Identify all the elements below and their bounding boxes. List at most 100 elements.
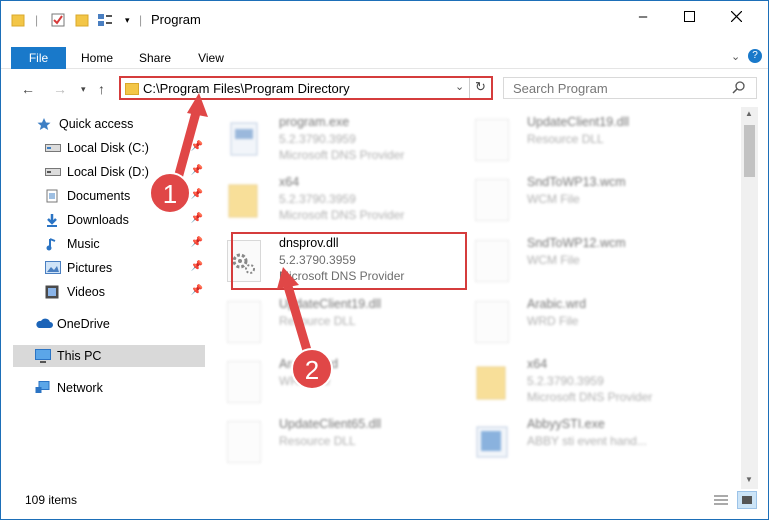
sidebar-item-music[interactable]: Music 📌: [13, 233, 205, 255]
customize-icon[interactable]: [97, 11, 115, 29]
videos-icon: [45, 285, 61, 299]
file-name: Arabic.wrd: [527, 297, 587, 311]
sidebar-item-local-disk-c[interactable]: Local Disk (C:) 📌: [13, 137, 205, 159]
file-name: UpdateClient19.dll: [279, 297, 382, 311]
address-bar[interactable]: C:\Program Files\Program Directory ⌄ ↻: [119, 76, 493, 100]
tab-view[interactable]: View: [187, 47, 235, 69]
drive-icon: [45, 141, 61, 155]
pc-icon: [35, 349, 51, 363]
exe-icon: [227, 119, 261, 161]
dll-gear-icon: [227, 421, 261, 463]
file-version: ABBY sti event hand...: [527, 434, 647, 448]
file-version: WRD File: [527, 314, 579, 328]
address-row: ← → ▾ ↑ C:\Program Files\Program Directo…: [1, 73, 768, 103]
file-item[interactable]: SndToWP13.wcm WCM File: [465, 173, 705, 229]
address-path: C:\Program Files\Program Directory: [143, 81, 350, 96]
properties-icon[interactable]: [51, 11, 65, 29]
file-item[interactable]: x64 5.2.3790.3959 Microsoft DNS Provider: [217, 173, 457, 229]
back-arrow-icon[interactable]: ←: [21, 81, 35, 97]
sidebar-item-label: Quick access: [59, 117, 134, 131]
exe-icon: [475, 421, 509, 463]
folder-icon: [125, 82, 139, 98]
separator: |: [35, 13, 39, 27]
pin-icon[interactable]: 📌: [191, 189, 203, 200]
new-folder-icon[interactable]: [75, 11, 89, 29]
file-item[interactable]: UpdateClient19.dll Resource DLL: [217, 295, 457, 351]
folder-icon: [11, 11, 25, 29]
tab-file[interactable]: File: [11, 47, 66, 69]
pin-icon[interactable]: 📌: [191, 285, 203, 296]
vertical-scrollbar[interactable]: ▲ ▼: [741, 107, 758, 489]
pin-icon[interactable]: 📌: [191, 165, 203, 176]
sidebar-item-pictures[interactable]: Pictures 📌: [13, 257, 205, 279]
file-item[interactable]: SndToWP12.wcm WCM File: [465, 234, 705, 290]
sidebar-item-label: OneDrive: [57, 317, 110, 331]
folder-icon: [475, 361, 509, 403]
file-item[interactable]: Arabic.wrd WRD File: [217, 355, 457, 411]
help-icon[interactable]: ?: [748, 49, 762, 63]
sidebar-item-label: This PC: [57, 349, 102, 363]
dll-gear-icon: [227, 301, 261, 343]
refresh-icon[interactable]: ↻: [475, 79, 486, 95]
ribbon: File Home Share View ⌄ ?: [1, 47, 768, 69]
tab-share[interactable]: Share: [131, 47, 179, 69]
sidebar-item-videos[interactable]: Videos 📌: [13, 281, 205, 303]
folder-icon: [227, 179, 261, 221]
pin-icon[interactable]: 📌: [191, 237, 203, 248]
sidebar-item-label: Videos: [67, 285, 105, 299]
sidebar-item-this-pc[interactable]: This PC: [13, 345, 205, 367]
file-item[interactable]: x64 5.2.3790.3959 Microsoft DNS Provider: [465, 355, 705, 411]
up-arrow-icon[interactable]: ↑: [98, 81, 105, 97]
file-version: 5.2.3790.3959: [279, 192, 356, 206]
scroll-thumb[interactable]: [744, 125, 755, 177]
expand-ribbon-icon[interactable]: ⌄: [731, 50, 740, 63]
tab-home[interactable]: Home: [73, 47, 121, 69]
pictures-icon: [45, 261, 61, 275]
sidebar-item-label: Downloads: [67, 213, 129, 227]
file-item[interactable]: program.exe 5.2.3790.3959 Microsoft DNS …: [217, 113, 457, 169]
pin-icon[interactable]: 📌: [191, 141, 203, 152]
address-dropdown-icon[interactable]: ⌄: [455, 80, 464, 93]
file-version: Resource DLL: [279, 434, 356, 448]
minimize-button[interactable]: –: [620, 1, 666, 31]
title-bar: | ▾ | Program –: [1, 1, 768, 37]
file-name: SndToWP12.wcm: [527, 236, 626, 250]
file-icon: [475, 179, 509, 221]
pin-icon[interactable]: 📌: [191, 213, 203, 224]
file-list: program.exe 5.2.3790.3959 Microsoft DNS …: [217, 107, 741, 485]
file-version: 5.2.3790.3959: [527, 374, 604, 388]
scroll-up-icon[interactable]: ▲: [745, 109, 753, 118]
sidebar-item-downloads[interactable]: Downloads 📌: [13, 209, 205, 231]
pin-icon[interactable]: 📌: [191, 261, 203, 272]
close-button[interactable]: [713, 1, 759, 31]
file-item[interactable]: Arabic.wrd WRD File: [465, 295, 705, 351]
network-icon: [35, 381, 51, 395]
sidebar-item-quick-access[interactable]: Quick access: [13, 113, 205, 135]
file-icon: [475, 301, 509, 343]
file-version: WCM File: [527, 192, 580, 206]
file-icon: [475, 240, 509, 282]
recent-locations-icon[interactable]: ▾: [81, 84, 86, 95]
cloud-icon: [35, 317, 53, 331]
window-title: Program: [151, 12, 201, 27]
details-view-icon[interactable]: [713, 493, 729, 510]
sidebar-item-onedrive[interactable]: OneDrive: [13, 313, 205, 335]
item-count: 109 items: [25, 493, 78, 507]
forward-arrow-icon[interactable]: →: [53, 81, 67, 97]
file-item[interactable]: UpdateClient65.dll Resource DLL: [217, 415, 457, 471]
file-item[interactable]: AbbyySTI.exe ABBY sti event hand...: [465, 415, 705, 471]
large-icons-view-icon[interactable]: [737, 491, 757, 509]
file-name: x64: [527, 357, 548, 371]
sidebar-item-label: Local Disk (C:): [67, 141, 149, 155]
scroll-down-icon[interactable]: ▼: [745, 475, 753, 484]
sidebar-item-network[interactable]: Network: [13, 377, 205, 399]
search-placeholder: Search Program: [513, 81, 608, 96]
maximize-button[interactable]: [666, 1, 712, 31]
dropdown-arrow-icon[interactable]: ▾: [125, 11, 130, 29]
file-name: x64: [279, 175, 300, 189]
file-item[interactable]: UpdateClient19.dll Resource DLL: [465, 113, 705, 169]
search-box[interactable]: Search Program: [503, 77, 757, 99]
annotation-number-2: 2: [304, 355, 320, 385]
file-icon: [227, 361, 261, 403]
file-version: WCM File: [527, 253, 580, 267]
